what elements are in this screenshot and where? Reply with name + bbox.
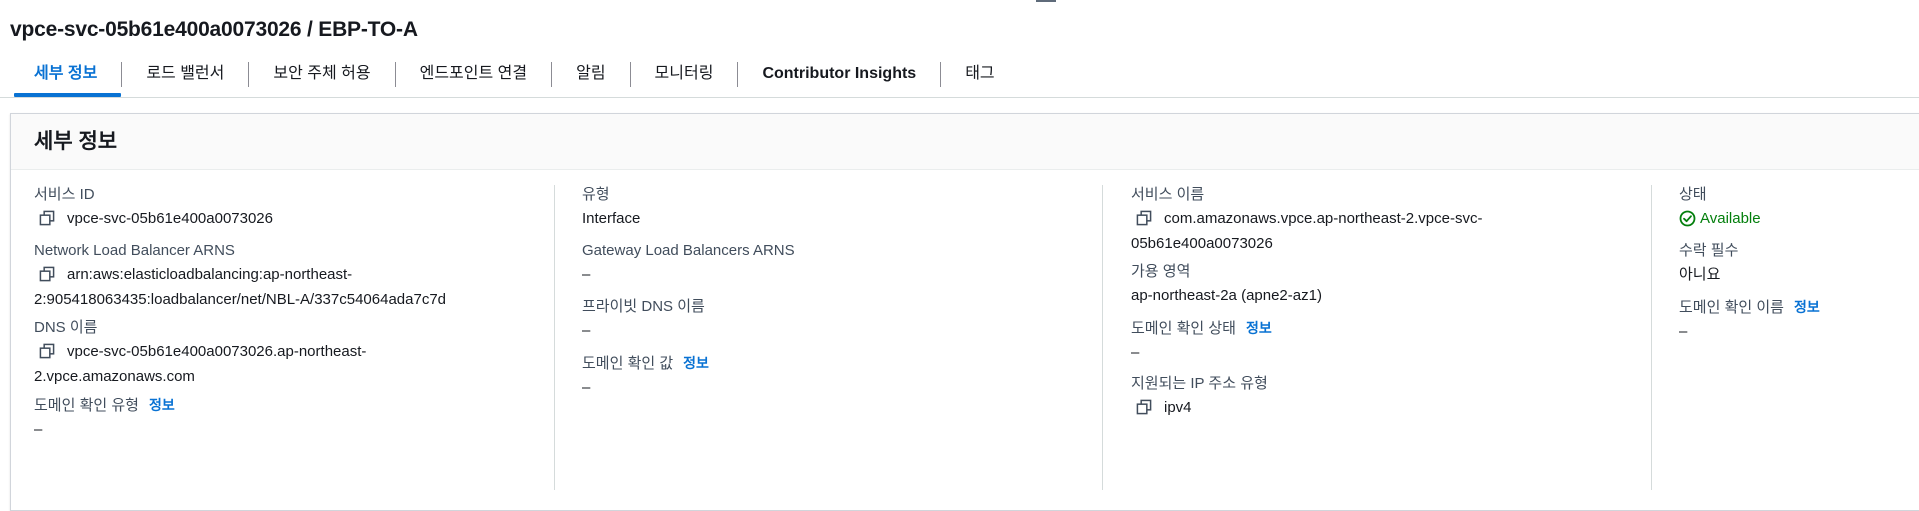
label-state: 상태 bbox=[1679, 186, 1707, 203]
info-link[interactable]: 정보 bbox=[1794, 299, 1820, 315]
value-private-dns-name: – bbox=[582, 322, 591, 339]
label-service-name: 서비스 이름 bbox=[1131, 186, 1205, 203]
details-header: 세부 정보 bbox=[11, 114, 1919, 170]
value-dns-name-line2: 2.vpce.amazonaws.com bbox=[34, 368, 195, 385]
value-supported-ip-types: ipv4 bbox=[1164, 399, 1192, 416]
label-availability-zones: 가용 영역 bbox=[1131, 263, 1191, 280]
copy-icon[interactable] bbox=[37, 210, 57, 226]
tab-allow-principals[interactable]: 보안 주체 허용 bbox=[249, 61, 394, 97]
field-supported-ip-types: 지원되는 IP 주소 유형 ipv4 bbox=[1131, 374, 1268, 420]
label-domain-verification-type: 도메인 확인 유형 bbox=[34, 397, 139, 414]
label-domain-verification-value: 도메인 확인 값 bbox=[582, 355, 674, 372]
info-link[interactable]: 정보 bbox=[149, 397, 175, 413]
label-acceptance-required: 수락 필수 bbox=[1679, 242, 1739, 259]
tab-monitoring[interactable]: 모니터링 bbox=[631, 61, 738, 97]
details-container: 세부 정보 서비스 ID vpce-svc-05b61e400a0073026 … bbox=[10, 113, 1919, 511]
column-divider bbox=[554, 185, 555, 490]
field-domain-verification-status: 도메인 확인 상태 정보 – bbox=[1131, 318, 1272, 365]
value-nlb-arns-line1: arn:aws:elasticloadbalancing:ap-northeas… bbox=[67, 266, 353, 283]
field-gwlb-arns: Gateway Load Balancers ARNS – bbox=[582, 241, 795, 287]
label-dns-name: DNS 이름 bbox=[34, 319, 98, 336]
tab-tags[interactable]: 태그 bbox=[941, 61, 1018, 97]
value-service-name-line2: 05b61e400a0073026 bbox=[1131, 235, 1273, 252]
label-service-id: 서비스 ID bbox=[34, 186, 95, 203]
value-service-name-line1: com.amazonaws.vpce.ap-northeast-2.vpce-s… bbox=[1164, 210, 1483, 227]
value-domain-verification-name: – bbox=[1679, 323, 1688, 340]
field-type: 유형 Interface bbox=[582, 185, 640, 231]
label-private-dns-name: 프라이빗 DNS 이름 bbox=[582, 298, 705, 315]
value-type: Interface bbox=[582, 210, 641, 227]
label-type: 유형 bbox=[582, 186, 610, 203]
value-domain-verification-value: – bbox=[582, 379, 591, 396]
field-service-id: 서비스 ID vpce-svc-05b61e400a0073026 bbox=[34, 185, 273, 231]
info-link[interactable]: 정보 bbox=[683, 355, 709, 371]
field-domain-verification-name: 도메인 확인 이름 정보 – bbox=[1679, 297, 1820, 344]
tab-details[interactable]: 세부 정보 bbox=[14, 61, 122, 97]
value-service-id: vpce-svc-05b61e400a0073026 bbox=[67, 210, 273, 227]
value-nlb-arns-line2: 2:905418063435:loadbalancer/net/NBL-A/33… bbox=[34, 291, 447, 308]
value-domain-verification-type: – bbox=[34, 421, 43, 438]
page-title: vpce-svc-05b61e400a0073026 / EBP-TO-A bbox=[10, 18, 418, 41]
column-divider bbox=[1102, 185, 1103, 490]
tab-notifications[interactable]: 알림 bbox=[552, 61, 629, 97]
value-dns-name-line1: vpce-svc-05b61e400a0073026.ap-northeast- bbox=[67, 343, 367, 360]
status-positive-icon bbox=[1679, 210, 1696, 227]
field-acceptance-required: 수락 필수 아니요 bbox=[1679, 241, 1738, 287]
label-supported-ip-types: 지원되는 IP 주소 유형 bbox=[1131, 375, 1268, 392]
tab-contributor-insights[interactable]: Contributor Insights bbox=[738, 61, 940, 97]
value-availability-zones: ap-northeast-2a (apne2-az1) bbox=[1131, 287, 1322, 304]
value-acceptance-required: 아니요 bbox=[1679, 266, 1721, 283]
value-state: Available bbox=[1700, 210, 1761, 227]
field-dns-name: DNS 이름 vpce-svc-05b61e400a0073026.ap-nor… bbox=[34, 318, 366, 389]
field-domain-verification-value: 도메인 확인 값 정보 – bbox=[582, 353, 709, 400]
details-title: 세부 정보 bbox=[34, 130, 118, 153]
label-gwlb-arns: Gateway Load Balancers ARNS bbox=[582, 242, 795, 259]
label-domain-verification-name: 도메인 확인 이름 bbox=[1679, 299, 1784, 316]
tab-endpoint-connections[interactable]: 엔드포인트 연결 bbox=[396, 61, 552, 97]
info-link[interactable]: 정보 bbox=[1246, 320, 1272, 336]
field-private-dns-name: 프라이빗 DNS 이름 – bbox=[582, 297, 705, 343]
label-domain-verification-status: 도메인 확인 상태 bbox=[1131, 320, 1236, 337]
top-divider-mark bbox=[1036, 0, 1056, 2]
tab-load-balancers[interactable]: 로드 밸런서 bbox=[122, 61, 248, 97]
copy-icon[interactable] bbox=[1134, 399, 1154, 415]
column-divider bbox=[1651, 185, 1652, 490]
copy-icon[interactable] bbox=[37, 343, 57, 359]
field-state: 상태 Available bbox=[1679, 185, 1761, 231]
copy-icon[interactable] bbox=[1134, 210, 1154, 226]
status-indicator: Available bbox=[1679, 206, 1761, 231]
field-service-name: 서비스 이름 com.amazonaws.vpce.ap-northeast-2… bbox=[1131, 185, 1482, 256]
tabs-underline bbox=[0, 97, 1919, 98]
field-availability-zones: 가용 영역 ap-northeast-2a (apne2-az1) bbox=[1131, 262, 1322, 308]
field-domain-verification-type: 도메인 확인 유형 정보 – bbox=[34, 395, 175, 442]
value-gwlb-arns: – bbox=[582, 266, 591, 283]
label-nlb-arns: Network Load Balancer ARNS bbox=[34, 242, 235, 259]
tab-bar: 세부 정보 로드 밸런서 보안 주체 허용 엔드포인트 연결 알림 모니터링 C… bbox=[14, 61, 1019, 97]
copy-icon[interactable] bbox=[37, 266, 57, 282]
value-domain-verification-status: – bbox=[1131, 344, 1140, 361]
field-nlb-arns: Network Load Balancer ARNS arn:aws:elast… bbox=[34, 241, 446, 312]
